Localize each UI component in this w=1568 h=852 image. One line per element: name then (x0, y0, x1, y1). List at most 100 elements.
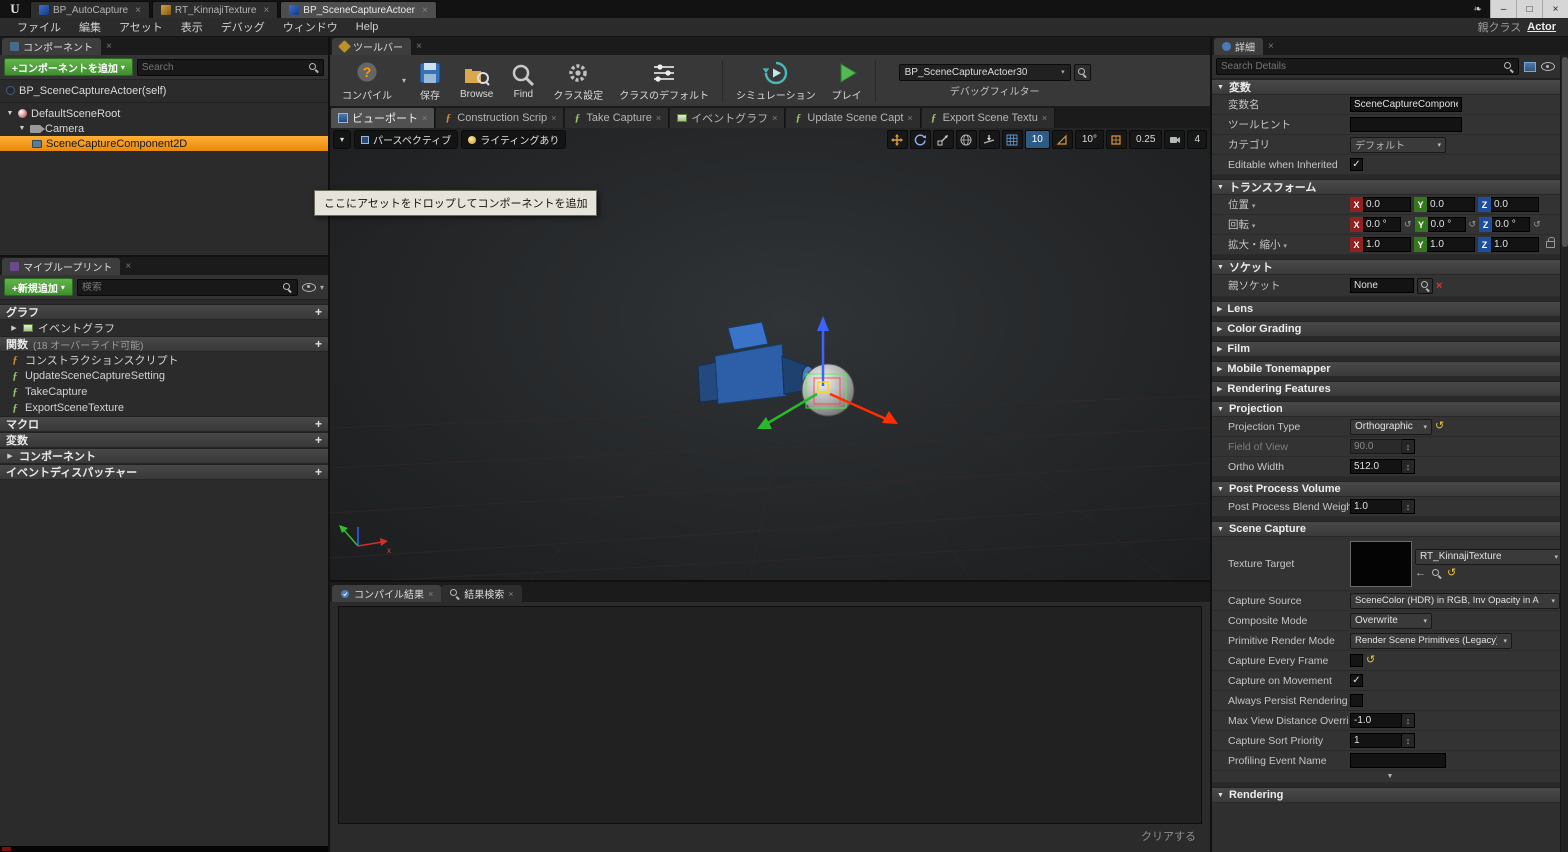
profiling-event-name-input[interactable] (1350, 753, 1446, 768)
capture-every-frame-checkbox[interactable] (1350, 654, 1363, 667)
add-macro-button[interactable]: + (315, 418, 322, 430)
details-scrollbar[interactable] (1560, 55, 1568, 852)
section-variable[interactable]: ▼ 変数 (1212, 79, 1568, 95)
tab-compiler-results[interactable]: コンパイル結果 × (332, 585, 442, 602)
close-icon[interactable]: × (907, 113, 912, 123)
spinner-icon[interactable]: ↕ (1402, 459, 1415, 474)
tab-update-scene-capture[interactable]: ƒ Update Scene Capt × (786, 108, 921, 128)
save-button[interactable]: 保存 (408, 59, 452, 103)
close-icon[interactable]: × (656, 113, 661, 123)
scale-z-input[interactable]: 1.0 (1491, 237, 1539, 252)
tab-export-scene-texture[interactable]: ƒ Export Scene Textu × (921, 108, 1056, 128)
list-item-construction-script[interactable]: ƒ コンストラクションスクリプト (0, 352, 328, 368)
scale-snap-value[interactable]: 0.25 (1128, 130, 1163, 149)
tab-find-results[interactable]: 結果検索 × (441, 585, 522, 602)
list-item-exportscenetexture[interactable]: ƒ ExportSceneTexture (0, 400, 328, 416)
capture-source-dropdown[interactable]: SceneColor (HDR) in RGB, Inv Opacity in … (1350, 592, 1560, 609)
rotation-grab-icon[interactable]: ↺ (1533, 219, 1541, 230)
section-transform[interactable]: ▼ トランスフォーム (1212, 179, 1568, 195)
close-icon[interactable]: × (508, 589, 513, 599)
section-lens[interactable]: ▶ Lens (1212, 301, 1568, 317)
section-functions[interactable]: 関数 (18 オーバーライド可能) + (0, 336, 328, 352)
components-search-input[interactable] (141, 61, 308, 73)
grid-snap-value[interactable]: 10 (1024, 130, 1050, 149)
property-matrix-icon[interactable] (1524, 61, 1537, 72)
tab-take-capture[interactable]: ƒ Take Capture × (565, 108, 670, 128)
window-tab-rt-kinnajitexture[interactable]: RT_KinnajiTexture × (151, 1, 279, 18)
perspective-dropdown[interactable]: パースペクティブ (354, 130, 459, 149)
lighting-dropdown[interactable]: ライティングあり (461, 130, 567, 149)
lock-icon[interactable] (1546, 237, 1555, 248)
scale-tool-button[interactable] (932, 130, 954, 149)
capture-on-movement-checkbox[interactable]: ✓ (1350, 674, 1363, 687)
ortho-width-input[interactable]: 512.0 (1350, 459, 1402, 474)
tree-item-camera[interactable]: ▼ Camera (0, 121, 328, 136)
menu-item-window[interactable]: ウィンドウ (274, 17, 347, 37)
menu-item-help[interactable]: Help (347, 19, 388, 35)
viewport-3d[interactable]: x ▾ パースペクティブ ライティングあり 10 10° 0.25 4 ここにア… (314, 128, 1210, 580)
add-variable-button[interactable]: + (315, 434, 322, 446)
section-components[interactable]: ▶ コンポーネント (0, 448, 328, 464)
menu-item-view[interactable]: 表示 (172, 17, 212, 37)
close-icon[interactable]: × (428, 589, 433, 599)
rotation-z-input[interactable]: 0.0 ° (1492, 217, 1531, 232)
section-event-dispatchers[interactable]: イベントディスパッチャー + (0, 464, 328, 480)
world-local-toggle-button[interactable] (955, 130, 977, 149)
menu-item-edit[interactable]: 編集 (70, 17, 110, 37)
section-projection[interactable]: ▼ Projection (1212, 401, 1568, 417)
socket-clear-button[interactable]: × (1436, 280, 1442, 292)
rotation-grab-icon[interactable]: ↺ (1404, 219, 1412, 230)
list-item-takecapture[interactable]: ƒ TakeCapture (0, 384, 328, 400)
tree-item-scenecapturecomponent2d[interactable]: SceneCaptureComponent2D (0, 136, 328, 151)
close-icon[interactable]: × (1042, 113, 1047, 123)
viewport-options-button[interactable]: ▾ (333, 130, 352, 149)
max-view-distance-input[interactable]: -1.0 (1350, 713, 1402, 728)
window-tab-bp-autocapture[interactable]: BP_AutoCapture × (30, 1, 150, 18)
tooltip-input[interactable] (1350, 117, 1462, 132)
scale-x-input[interactable]: 1.0 (1363, 237, 1411, 252)
blend-weight-input[interactable]: 1.0 (1350, 499, 1402, 514)
tab-event-graph[interactable]: イベントグラフ × (670, 108, 786, 128)
chevron-down-icon[interactable]: ▾ (320, 283, 324, 292)
rotation-snap-value[interactable]: 10° (1074, 130, 1104, 149)
parent-class-link[interactable]: Actor (1527, 21, 1556, 33)
add-dispatcher-button[interactable]: + (315, 466, 322, 478)
list-item-updatescenecapturesetting[interactable]: ƒ UpdateSceneCaptureSetting (0, 368, 328, 384)
eye-icon[interactable] (301, 282, 316, 292)
menu-item-file[interactable]: ファイル (8, 17, 70, 37)
section-color-grading[interactable]: ▶ Color Grading (1212, 321, 1568, 337)
close-icon[interactable]: × (125, 261, 131, 272)
section-rendering-features[interactable]: ▶ Rendering Features (1212, 381, 1568, 397)
tab-viewport[interactable]: ビューポート × (331, 108, 436, 128)
variable-name-input[interactable] (1350, 97, 1462, 112)
find-button[interactable]: Find (501, 61, 545, 101)
section-film[interactable]: ▶ Film (1212, 341, 1568, 357)
close-icon[interactable]: × (263, 5, 269, 16)
always-persist-checkbox[interactable] (1350, 694, 1363, 707)
browse-asset-icon[interactable] (1431, 568, 1442, 579)
camera-speed-value[interactable]: 4 (1187, 130, 1207, 149)
compile-button[interactable]: ? コンパイル (334, 59, 400, 103)
class-settings-button[interactable]: クラス設定 (545, 59, 611, 103)
texture-target-thumbnail[interactable] (1350, 540, 1412, 587)
tab-my-blueprint[interactable]: マイブループリント (2, 258, 121, 275)
rotate-tool-button[interactable] (909, 130, 931, 149)
class-defaults-button[interactable]: クラスのデフォルト (611, 59, 717, 103)
expander-icon[interactable]: ▼ (18, 125, 26, 132)
compiler-log-area[interactable] (338, 606, 1202, 824)
projection-type-dropdown[interactable]: Orthographic ▾ (1350, 418, 1432, 435)
maximize-button[interactable]: □ (1516, 0, 1542, 18)
simulation-button[interactable]: シミュレーション (728, 59, 824, 103)
rotation-x-input[interactable]: 0.0 ° (1363, 217, 1401, 232)
clear-log-button[interactable]: クリアする (1141, 828, 1196, 844)
browse-button[interactable]: Browse (452, 61, 501, 101)
primitive-render-mode-dropdown[interactable]: Render Scene Primitives (Legacy) ▾ (1350, 632, 1512, 649)
section-socket[interactable]: ▼ ソケット (1212, 259, 1568, 275)
location-z-input[interactable]: 0.0 (1491, 197, 1539, 212)
tab-toolbar[interactable]: ツールバー (332, 38, 411, 55)
translate-tool-button[interactable] (886, 130, 908, 149)
reset-to-default-icon[interactable]: ↺ (1435, 421, 1444, 432)
camera-mesh[interactable] (697, 321, 815, 405)
camera-speed-button[interactable] (1164, 130, 1186, 149)
close-icon[interactable]: × (422, 5, 428, 16)
